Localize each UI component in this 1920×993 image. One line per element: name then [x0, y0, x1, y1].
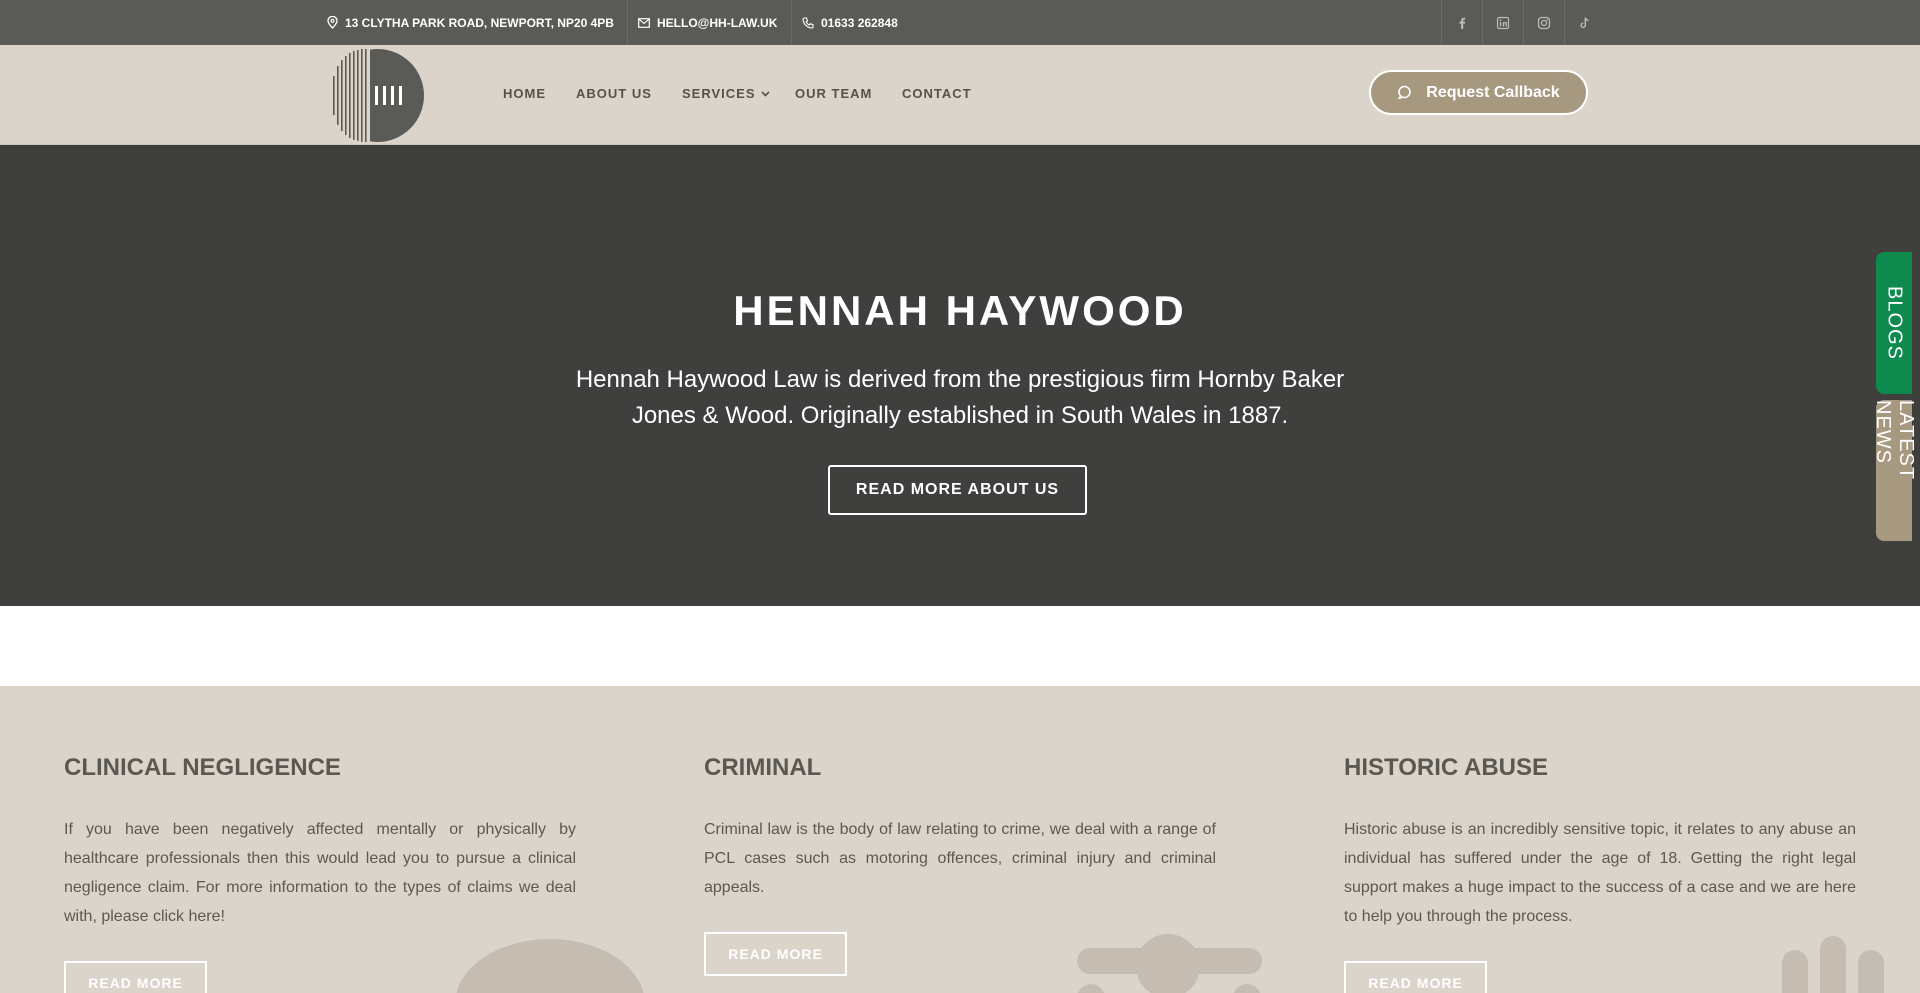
abuse-illustration-icon — [1782, 936, 1884, 993]
address-text: 13 CLYTHA PARK ROAD, NEWPORT, NP20 4PB — [345, 15, 614, 30]
tiktok-link[interactable] — [1564, 0, 1605, 45]
request-callback-label: Request Callback — [1426, 83, 1560, 101]
criminal-read-more-button[interactable]: READ MORE — [704, 932, 847, 976]
chevron-down-icon — [760, 90, 770, 97]
read-more-about-us-button[interactable]: READ MORE ABOUT US — [828, 465, 1087, 515]
blogs-tab[interactable]: BLOGS — [1876, 252, 1912, 394]
request-callback-button[interactable]: Request Callback — [1369, 70, 1588, 115]
main-header: HOME ABOUT US SERVICES OUR TEAM CONTACT … — [0, 45, 1920, 145]
nav-contact[interactable]: CONTACT — [902, 86, 972, 101]
clinical-negligence-text: If you have been negatively affected men… — [64, 821, 576, 925]
services-section: CLINICAL NEGLIGENCE If you have been neg… — [0, 686, 1920, 993]
nav-home[interactable]: HOME — [503, 86, 546, 101]
latest-news-tab[interactable]: LATEST NEWS — [1872, 400, 1917, 541]
criminal-title: CRIMINAL — [704, 754, 822, 781]
instagram-link[interactable] — [1523, 0, 1564, 45]
facebook-link[interactable] — [1441, 0, 1482, 45]
chat-bubble-icon — [1398, 85, 1412, 100]
criminal-illustration-icon — [1077, 934, 1262, 993]
tiktok-icon — [1580, 16, 1589, 28]
historic-abuse-text: Historic abuse is an incredibly sensitiv… — [1344, 821, 1856, 925]
clinical-illustration-icon — [456, 939, 644, 993]
address[interactable]: 13 CLYTHA PARK ROAD, NEWPORT, NP20 4PB — [327, 0, 614, 45]
nav-services[interactable]: SERVICES — [682, 86, 770, 101]
email-link[interactable]: HELLO@HH-LAW.UK — [626, 0, 778, 45]
instagram-icon — [1537, 16, 1551, 29]
historic-abuse-read-more-button[interactable]: READ MORE — [1344, 961, 1487, 993]
top-contact-bar: 13 CLYTHA PARK ROAD, NEWPORT, NP20 4PB H… — [0, 0, 1920, 45]
hero-section: HENNAH HAYWOOD Hennah Haywood Law is der… — [0, 145, 1920, 606]
phone-text: 01633 262848 — [821, 15, 898, 30]
hero-title: HENNAH HAYWOOD — [733, 287, 1187, 334]
clinical-negligence-read-more-button[interactable]: READ MORE — [64, 961, 207, 993]
email-text: HELLO@HH-LAW.UK — [657, 15, 778, 30]
clinical-negligence-title: CLINICAL NEGLIGENCE — [64, 754, 341, 781]
phone-link[interactable]: 01633 262848 — [791, 0, 898, 45]
nav-our-team[interactable]: OUR TEAM — [795, 86, 872, 101]
phone-icon — [802, 16, 814, 29]
latest-news-tab-label: LATEST NEWS — [1872, 400, 1917, 480]
criminal-text: Criminal law is the body of law relating… — [704, 821, 1216, 896]
nav-about-us[interactable]: ABOUT US — [576, 86, 652, 101]
envelope-icon — [638, 17, 650, 28]
blogs-tab-label: BLOGS — [1883, 286, 1906, 360]
nav-services-label: SERVICES — [682, 86, 756, 101]
linkedin-icon — [1496, 16, 1510, 29]
linkedin-link[interactable] — [1482, 0, 1523, 45]
hennah-haywood-logo[interactable] — [330, 48, 425, 143]
hero-text: Hennah Haywood Law is derived from the p… — [575, 366, 1345, 429]
facebook-icon — [1459, 17, 1466, 29]
map-pin-icon — [327, 16, 338, 29]
historic-abuse-title: HISTORIC ABUSE — [1344, 754, 1549, 781]
